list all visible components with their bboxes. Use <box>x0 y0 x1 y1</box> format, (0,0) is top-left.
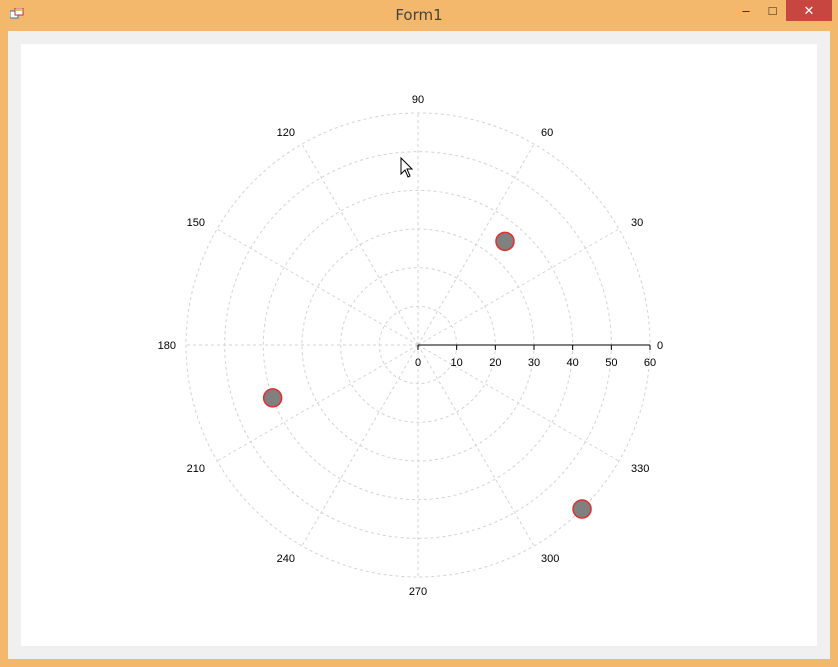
angular-grid-spoke <box>301 344 419 547</box>
maximize-button[interactable]: □ <box>759 0 786 21</box>
angle-tick-label: 150 <box>187 217 205 229</box>
radial-tick-label: 40 <box>567 357 579 369</box>
radial-tick-label: 20 <box>489 357 501 369</box>
angular-grid-spoke <box>417 228 620 346</box>
title-bar[interactable]: Form1 – □ ✕ <box>0 0 838 30</box>
radial-tick-label: 30 <box>528 357 540 369</box>
app-window: Form1 – □ ✕ 0 10 20 30 40 50 60 0 30 60 90 120 150 18… <box>0 0 838 667</box>
angular-grid-spoke <box>216 344 419 462</box>
minimize-button[interactable]: – <box>733 0 759 21</box>
radial-tick-label: 0 <box>415 357 421 369</box>
angle-tick-label: 0 <box>657 340 663 352</box>
angular-grid-spoke <box>216 228 419 346</box>
close-button[interactable]: ✕ <box>786 0 832 21</box>
angle-tick-label: 180 <box>158 340 176 352</box>
angle-tick-label: 90 <box>412 94 424 106</box>
angular-grid-spoke <box>417 344 620 462</box>
angle-tick-label: 240 <box>277 553 295 565</box>
angle-tick-label: 60 <box>541 127 553 139</box>
angular-grid-spoke <box>417 344 535 547</box>
data-point <box>572 499 592 519</box>
data-point <box>262 388 283 408</box>
angle-tick-label: 300 <box>541 553 559 565</box>
angle-tick-label: 120 <box>277 127 295 139</box>
angle-tick-label: 210 <box>187 463 205 475</box>
angle-tick-label: 30 <box>631 217 643 229</box>
radial-tick-label: 60 <box>644 357 656 369</box>
chart-area[interactable]: 0 10 20 30 40 50 60 0 30 60 90 120 150 180 210 240 270 30… <box>21 44 817 646</box>
angular-grid-spoke <box>417 143 535 346</box>
radial-tick-label: 50 <box>605 357 617 369</box>
window-title: Form1 <box>395 6 443 24</box>
polar-chart: 0 10 20 30 40 50 60030609012015018021024027030… <box>158 94 663 598</box>
data-point <box>495 231 515 252</box>
angle-tick-label: 270 <box>409 586 427 598</box>
form-client-area: 0 10 20 30 40 50 60 0 30 60 90 120 150 180 210 240 270 30… <box>8 31 830 659</box>
mouse-cursor-icon <box>400 156 414 178</box>
angle-tick-label: 330 <box>631 463 649 475</box>
radial-tick-label: 10 <box>451 357 463 369</box>
